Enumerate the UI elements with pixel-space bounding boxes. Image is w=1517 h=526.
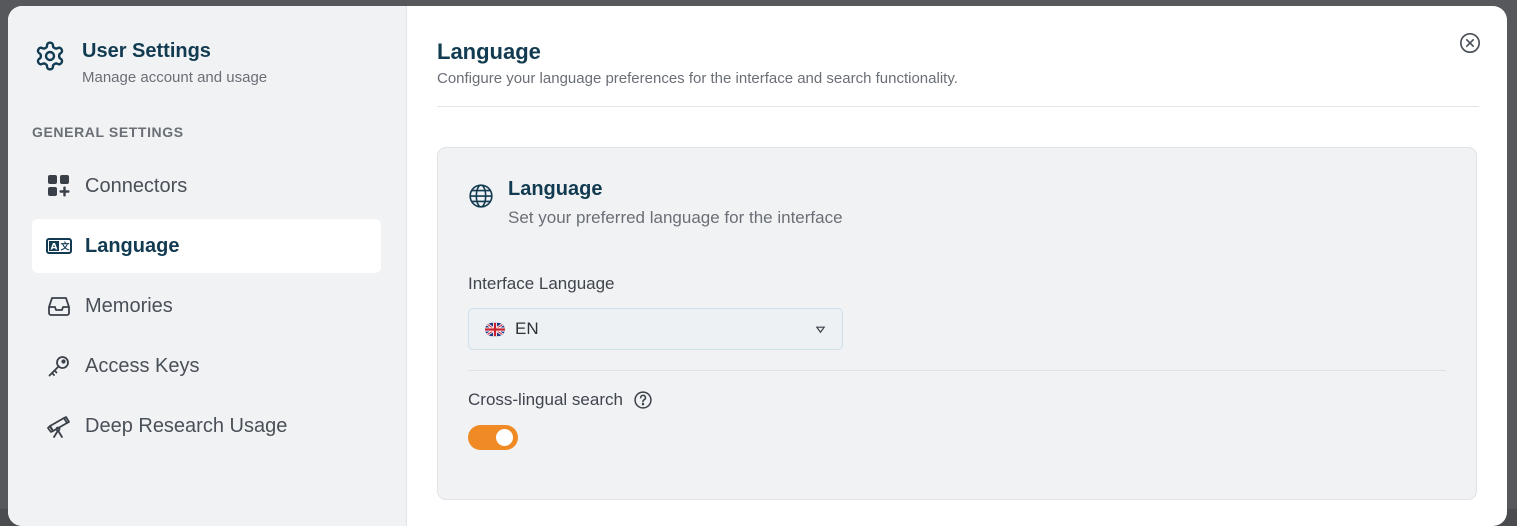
interface-language-select[interactable]: EN bbox=[468, 308, 843, 350]
page-subtitle: Configure your language preferences for … bbox=[437, 70, 958, 87]
cross-lingual-row: Cross-lingual search bbox=[468, 390, 653, 410]
gear-icon bbox=[36, 41, 64, 71]
sidebar-header: User Settings Manage account and usage bbox=[34, 38, 267, 86]
settings-modal: User Settings Manage account and usage G… bbox=[8, 6, 1507, 526]
sidebar-item-deep-research-usage[interactable]: Deep Research Usage bbox=[32, 399, 381, 453]
card-header: Language Set your preferred language for… bbox=[468, 178, 843, 228]
svg-text:文: 文 bbox=[59, 241, 70, 253]
grid-plus-icon bbox=[46, 173, 72, 199]
sidebar-item-access-keys[interactable]: Access Keys bbox=[32, 339, 381, 393]
card-subtitle: Set your preferred language for the inte… bbox=[508, 208, 843, 227]
toggle-knob bbox=[496, 429, 513, 446]
translate-icon: A 文 bbox=[46, 233, 72, 259]
sidebar-item-connectors[interactable]: Connectors bbox=[32, 159, 381, 213]
sidebar-item-label: Memories bbox=[85, 294, 173, 317]
sidebar-item-memories[interactable]: Memories bbox=[32, 279, 381, 333]
settings-sidebar: User Settings Manage account and usage G… bbox=[8, 6, 407, 526]
sidebar-item-label: Connectors bbox=[85, 174, 188, 197]
inbox-icon bbox=[46, 293, 72, 319]
sidebar-item-label: Access Keys bbox=[85, 354, 200, 377]
close-icon[interactable] bbox=[1459, 32, 1481, 54]
sidebar-title: User Settings bbox=[82, 40, 211, 62]
sidebar-item-label: Language bbox=[85, 234, 180, 257]
card-title: Language bbox=[508, 178, 603, 200]
sidebar-item-language[interactable]: A 文 Language bbox=[32, 219, 381, 273]
interface-language-label: Interface Language bbox=[468, 274, 615, 293]
sidebar-section-label: GENERAL SETTINGS bbox=[32, 124, 184, 140]
card-divider bbox=[468, 370, 1446, 371]
cross-lingual-label: Cross-lingual search bbox=[468, 390, 623, 409]
telescope-icon bbox=[46, 413, 72, 439]
sidebar-subtitle: Manage account and usage bbox=[82, 69, 268, 86]
chevron-down-icon bbox=[815, 326, 826, 334]
page-title: Language bbox=[437, 39, 541, 64]
interface-language-value: EN bbox=[515, 319, 539, 338]
key-icon bbox=[46, 353, 72, 379]
sidebar-item-label: Deep Research Usage bbox=[85, 414, 288, 437]
svg-text:A: A bbox=[51, 243, 58, 253]
sidebar-nav: Connectors A 文 Language Memories Access … bbox=[32, 159, 381, 459]
header-divider bbox=[437, 106, 1479, 107]
uk-flag-icon bbox=[485, 321, 505, 337]
cross-lingual-toggle[interactable] bbox=[468, 425, 518, 450]
language-card: Language Set your preferred language for… bbox=[437, 147, 1477, 500]
settings-main: Language Configure your language prefere… bbox=[407, 6, 1507, 526]
globe-icon bbox=[469, 184, 493, 208]
help-icon[interactable] bbox=[633, 390, 653, 410]
